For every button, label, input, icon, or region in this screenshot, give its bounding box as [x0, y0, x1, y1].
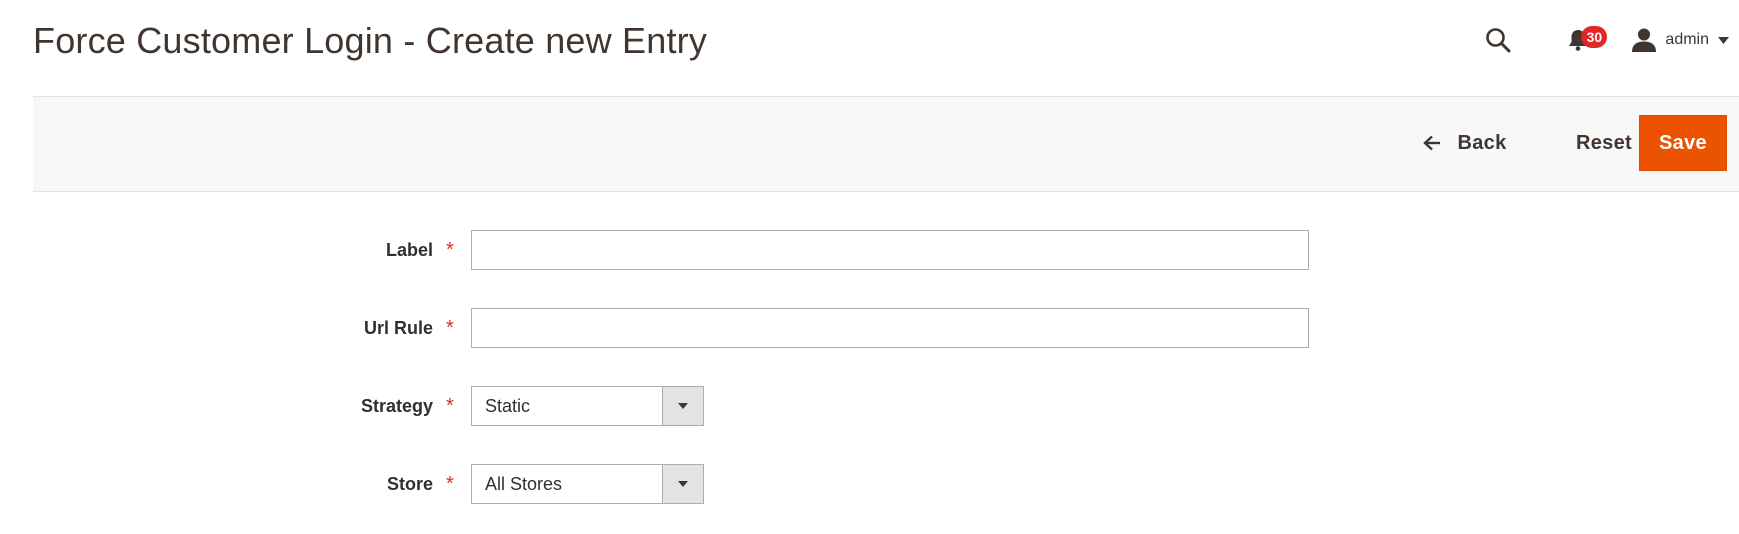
- form-row-store: Store * All Stores: [0, 464, 1739, 504]
- caret-down-icon: [1718, 36, 1729, 44]
- admin-user-menu[interactable]: admin: [1631, 20, 1739, 60]
- required-marker: *: [446, 316, 454, 339]
- select-arrow-icon: [662, 387, 703, 425]
- url-rule-field-label: Url Rule: [363, 317, 433, 338]
- global-search-button[interactable]: [1481, 23, 1515, 57]
- arrow-left-icon: [1423, 135, 1441, 151]
- strategy-field-label: Strategy: [360, 395, 433, 416]
- required-marker: *: [446, 238, 454, 261]
- notifications-count-badge: 30: [1581, 26, 1608, 48]
- strategy-select[interactable]: Static: [471, 386, 704, 426]
- page-title: Force Customer Login - Create new Entry: [33, 20, 708, 61]
- store-selected-value: All Stores: [485, 473, 563, 494]
- save-button[interactable]: Save: [1639, 115, 1727, 171]
- page-actions-toolbar: Back Reset Save: [33, 96, 1739, 192]
- back-button-label: Back: [1457, 131, 1507, 154]
- url-rule-input[interactable]: [471, 308, 1309, 348]
- required-marker: *: [446, 472, 454, 495]
- required-marker: *: [446, 394, 454, 417]
- form-row-url-rule: Url Rule *: [0, 308, 1739, 348]
- notifications-button[interactable]: 30: [1561, 23, 1608, 57]
- select-arrow-icon: [662, 465, 703, 503]
- store-select[interactable]: All Stores: [471, 464, 704, 504]
- reset-button-label: Reset: [1576, 131, 1632, 154]
- header-actions: 30 admin: [1481, 20, 1739, 60]
- save-button-label: Save: [1659, 131, 1707, 154]
- label-input[interactable]: [471, 230, 1309, 270]
- store-field-label: Store: [386, 473, 433, 494]
- form-row-strategy: Strategy * Static: [0, 386, 1739, 426]
- strategy-selected-value: Static: [485, 395, 531, 416]
- label-field-label: Label: [385, 239, 433, 260]
- search-icon: [1486, 28, 1511, 53]
- form-row-label: Label *: [0, 230, 1739, 270]
- back-button[interactable]: Back: [1400, 115, 1530, 171]
- user-name: admin: [1665, 31, 1709, 48]
- user-icon: [1632, 28, 1657, 52]
